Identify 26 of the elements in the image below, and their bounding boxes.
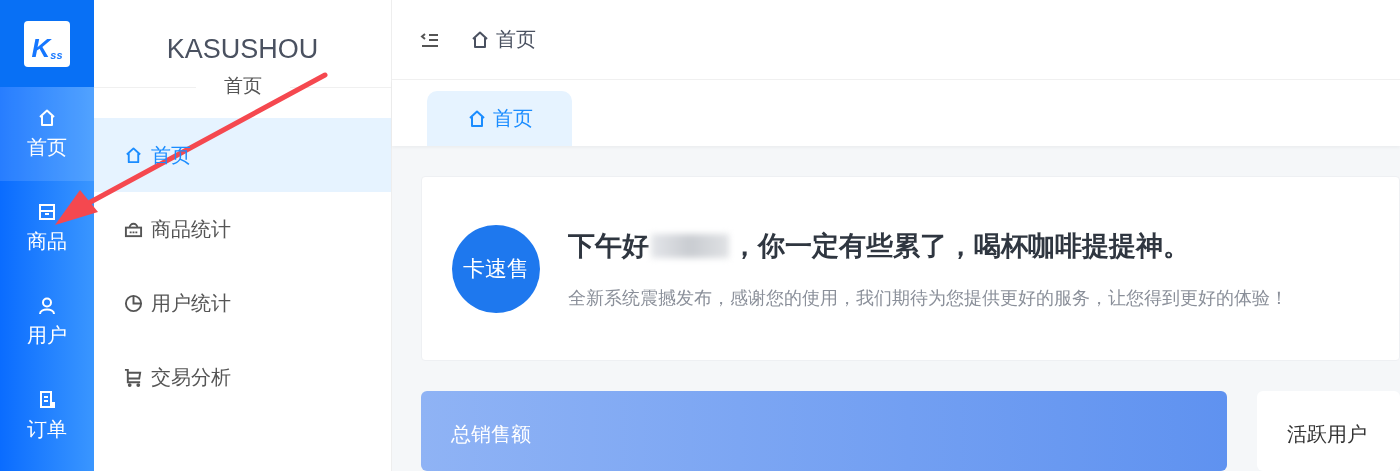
document-icon	[37, 389, 57, 410]
rail-item[interactable]: 订单	[0, 369, 94, 463]
app-title: KASUSHOU	[166, 34, 319, 65]
stat-title: 总销售额	[451, 423, 531, 445]
archive-icon	[37, 201, 57, 222]
user-icon	[37, 295, 57, 316]
rail-item[interactable]: 用户	[0, 275, 94, 369]
logo: Kss	[24, 20, 70, 67]
breadcrumb-item[interactable]: 首页	[496, 26, 536, 54]
pie-chart-icon	[124, 293, 143, 313]
brand-avatar: 卡速售	[452, 224, 540, 313]
welcome-message: 全新系统震撼发布，感谢您的使用，我们期待为您提供更好的服务，让您得到更好的体验！	[568, 286, 1288, 310]
home-icon	[124, 145, 143, 165]
menu-item[interactable]: 交易分析	[94, 340, 391, 414]
tab[interactable]: 首页	[427, 91, 572, 146]
greeting-text: 下午好	[568, 229, 649, 263]
home-icon	[470, 29, 490, 50]
collapse-menu-icon[interactable]	[420, 31, 440, 48]
rail-item[interactable]: 商品	[0, 181, 94, 275]
stat-title: 活跃用户	[1287, 423, 1367, 445]
rail-item[interactable]: 首页	[0, 87, 94, 181]
menu-item[interactable]: 用户统计	[94, 266, 391, 340]
menu-item[interactable]: 商品统计	[94, 192, 391, 266]
greeting-text: ，你一定有些累了，喝杯咖啡提提神。	[731, 229, 1190, 263]
cart-icon	[124, 367, 143, 387]
home-icon	[37, 107, 57, 128]
